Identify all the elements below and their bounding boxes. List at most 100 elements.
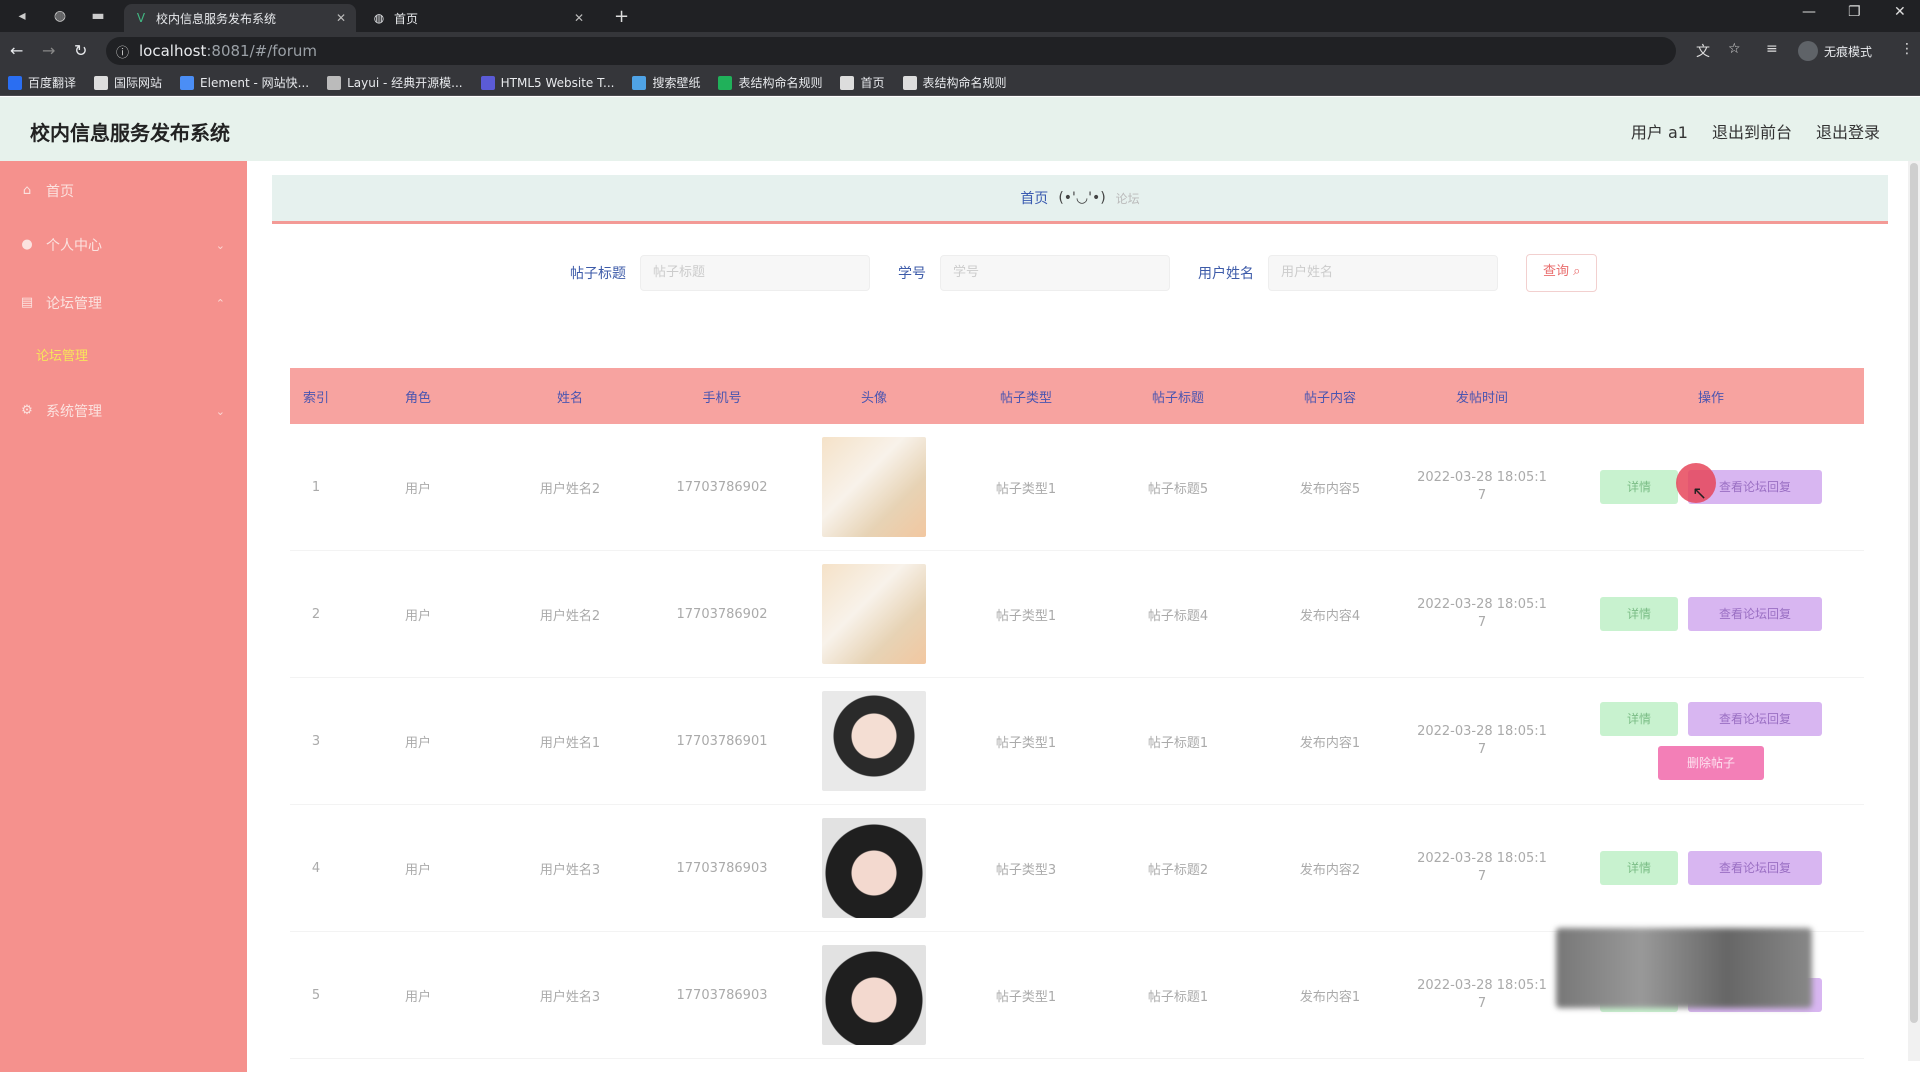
bookmark-label: 表结构命名规则 — [738, 76, 823, 90]
bookmark-item[interactable]: Layui - 经典开源模... — [327, 74, 463, 91]
bookmark-item[interactable]: 国际网站 — [94, 74, 162, 91]
cell-role: 用户 — [404, 862, 431, 878]
cell-avatar — [798, 437, 950, 537]
bookmark-item[interactable]: Element - 网站快... — [180, 74, 309, 91]
detail-button[interactable]: 详情 — [1600, 470, 1678, 504]
close-window-icon[interactable]: ✕ — [1894, 4, 1906, 20]
col-index[interactable]: 索引 — [290, 387, 342, 406]
breadcrumb-home[interactable]: 首页 — [1020, 188, 1048, 208]
window-icon[interactable]: ▬ — [88, 6, 108, 26]
search-label-title: 帖子标题 — [570, 266, 626, 282]
view-replies-button[interactable]: 查看论坛回复 — [1688, 597, 1822, 631]
close-icon[interactable]: ✕ — [574, 11, 584, 25]
bookmark-label: Element - 网站快... — [200, 76, 310, 90]
logout-link[interactable]: 退出登录 — [1816, 119, 1880, 143]
sidebar-item-home[interactable]: ⌂ 首页 — [0, 169, 247, 213]
view-replies-button[interactable]: 查看论坛回复 — [1688, 851, 1822, 885]
search-label-student-id: 学号 — [898, 266, 926, 282]
col-post-content[interactable]: 帖子内容 — [1254, 387, 1406, 406]
cell-post-type: 帖子类型3 — [995, 862, 1057, 878]
view-replies-button[interactable]: 查看论坛回复 — [1688, 702, 1822, 736]
col-post-title[interactable]: 帖子标题 — [1102, 387, 1254, 406]
cell-post-content: 发布内容5 — [1299, 481, 1361, 497]
info-icon[interactable]: ⓘ — [116, 42, 129, 61]
tab-title: 校内信息服务发布系统 — [156, 11, 277, 26]
cell-post-time: 2022-03-28 18:05:1 7 — [1406, 850, 1558, 886]
more-icon[interactable]: ⋮ — [1900, 41, 1914, 57]
close-icon[interactable]: ✕ — [336, 11, 346, 25]
cell-post-type: 帖子类型1 — [995, 608, 1057, 624]
cell-post-time: 2022-03-28 18:05:1 7 — [1406, 977, 1558, 1013]
search-icon: ⌕ — [1573, 264, 1581, 279]
avatar-image — [822, 945, 926, 1045]
title-input[interactable]: 帖子标题 — [640, 255, 870, 291]
delete-post-button[interactable]: 删除帖子 — [1658, 746, 1764, 780]
detail-button[interactable]: 详情 — [1600, 851, 1678, 885]
tab-search-icon[interactable]: ◂ — [12, 6, 32, 26]
url-path: :8081/#/forum — [206, 42, 318, 60]
bookmark-item[interactable]: HTML5 Website T... — [480, 75, 614, 90]
sidebar-item-system[interactable]: ⚙ 系统管理 ⌄ — [0, 389, 247, 433]
col-avatar[interactable]: 头像 — [798, 387, 950, 406]
cell-phone: 17703786901 — [676, 733, 768, 749]
chevron-up-icon: ⌃ — [215, 296, 225, 310]
reload-icon[interactable]: ↻ — [74, 41, 87, 60]
settings-icon: ⚙ — [21, 403, 33, 418]
chevron-down-icon: ⌄ — [215, 238, 225, 252]
student-id-input[interactable]: 学号 — [940, 255, 1170, 291]
browser-tab[interactable]: ◍ 首页 ✕ — [362, 4, 594, 32]
bookmark-icon — [180, 75, 195, 90]
bookmark-item[interactable]: 表结构命名规则 — [718, 74, 822, 91]
scrollbar[interactable] — [1908, 161, 1920, 1061]
query-button[interactable]: 查询 ⌕ — [1526, 254, 1598, 292]
restore-icon[interactable]: ❐ — [1848, 4, 1861, 20]
cell-phone: 17703786902 — [676, 606, 768, 622]
cell-post-type: 帖子类型1 — [995, 481, 1057, 497]
col-post-time[interactable]: 发帖时间 — [1406, 387, 1558, 406]
cell-post-title: 帖子标题1 — [1147, 989, 1209, 1005]
cell-actions: 详情 查看论坛回复删除帖子 — [1558, 702, 1864, 780]
user-name-input[interactable]: 用户姓名 — [1268, 255, 1498, 291]
detail-button[interactable]: 详情 — [1600, 702, 1678, 736]
browser-tab-active[interactable]: V 校内信息服务发布系统 ✕ — [124, 4, 356, 32]
table-row: 2 用户 用户姓名2 17703786902 帖子类型1 帖子标题4 发布内容4 2022-0… — [290, 551, 1864, 678]
minimize-icon[interactable]: — — [1802, 4, 1816, 20]
cell-role: 用户 — [404, 989, 431, 1005]
col-role[interactable]: 角色 — [342, 387, 494, 406]
post-time-suffix: 7 — [1477, 488, 1487, 503]
back-icon[interactable]: ← — [10, 41, 23, 60]
bookmark-item[interactable]: 百度翻译 — [8, 74, 76, 91]
sidebar-subitem-forum[interactable]: 论坛管理 — [36, 345, 88, 364]
forward-icon[interactable]: → — [42, 41, 55, 60]
incognito-indicator[interactable]: 无痕模式 — [1798, 41, 1872, 61]
col-actions: 操作 — [1697, 390, 1724, 406]
bookmark-item[interactable]: 表结构命名规则 — [902, 74, 1007, 91]
col-name[interactable]: 姓名 — [494, 387, 646, 406]
browser-tab-bar: ◂ ◍ ▬ V 校内信息服务发布系统 ✕ ◍ 首页 ✕ + — ❐ ✕ — [0, 0, 1920, 32]
back-to-front-link[interactable]: 退出到前台 — [1712, 119, 1792, 143]
bookmark-item[interactable]: 首页 — [840, 74, 885, 91]
cell-index: 2 — [311, 606, 321, 622]
cell-post-time: 2022-03-28 18:05:1 7 — [1406, 469, 1558, 505]
detail-button[interactable]: 详情 — [1600, 597, 1678, 631]
cell-index: 3 — [311, 733, 321, 749]
translate-icon[interactable]: 文 — [1696, 41, 1710, 61]
new-tab-icon[interactable]: + — [614, 6, 629, 27]
search-label-user-name: 用户姓名 — [1198, 266, 1254, 282]
chrome-icon[interactable]: ◍ — [50, 6, 70, 26]
reading-list-icon[interactable]: ≡ — [1766, 41, 1778, 57]
col-post-type[interactable]: 帖子类型 — [950, 387, 1102, 406]
sidebar-item-profile[interactable]: ● 个人中心 ⌄ — [0, 223, 247, 267]
bookmark-icon — [902, 75, 917, 90]
cell-role: 用户 — [404, 608, 431, 624]
scrollbar-thumb[interactable] — [1910, 163, 1918, 1023]
col-phone[interactable]: 手机号 — [646, 387, 798, 406]
sidebar-item-forum[interactable]: ▤ 论坛管理 ⌃ — [0, 281, 247, 325]
user-link[interactable]: 用户 a1 — [1631, 119, 1688, 143]
bookmark-icon — [94, 75, 109, 90]
star-icon[interactable]: ☆ — [1728, 41, 1741, 57]
bookmark-item[interactable]: 搜索壁纸 — [632, 74, 700, 91]
table-row: 4 用户 用户姓名3 17703786903 帖子类型3 帖子标题2 发布内容2 2022-0… — [290, 805, 1864, 932]
url-input[interactable]: ⓘ localhost:8081/#/forum — [106, 37, 1676, 65]
avatar-image — [822, 691, 926, 791]
